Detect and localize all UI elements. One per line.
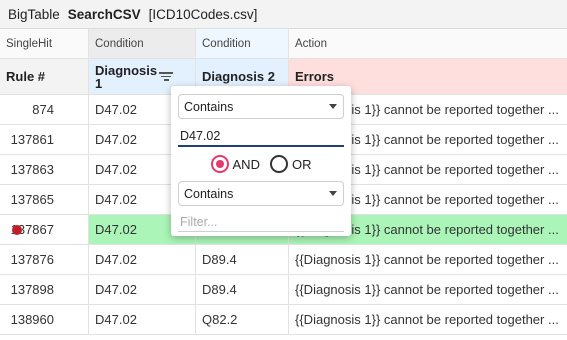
rule-column-header[interactable]: Rule # (0, 59, 89, 94)
filter-operator-select-1[interactable]: Contains (178, 94, 344, 119)
rule-cell[interactable]: 874 (0, 95, 89, 124)
column-filter-popup: Contains D47.02 AND OR Contains Filter..… (171, 86, 351, 236)
and-radio[interactable]: AND (210, 155, 260, 173)
diagnosis-1-cell[interactable]: D47.02 (89, 305, 196, 334)
rule-cell[interactable]: 137863 (0, 155, 89, 184)
breakpoint-icon[interactable] (12, 225, 22, 235)
rule-cell[interactable]: 137865 (0, 185, 89, 214)
or-radio[interactable]: OR (269, 155, 312, 173)
chevron-down-icon (329, 191, 337, 196)
rule-cell[interactable]: 137867 (0, 215, 89, 244)
condition-type-header: Condition (89, 29, 196, 58)
filter-join-group: AND OR (178, 150, 344, 178)
filter-operator-select-2[interactable]: Contains (178, 181, 344, 206)
diagnosis-1-number: 1 (95, 75, 103, 91)
column-type-row: SingleHit Condition Condition Action (0, 29, 567, 59)
chevron-down-icon (329, 104, 337, 109)
hit-policy-header[interactable]: SingleHit (0, 29, 89, 58)
app-name: BigTable (8, 6, 60, 22)
diagnosis-1-cell[interactable]: D47.02 (89, 245, 196, 274)
file-name: [ICD10Codes.csv] (148, 6, 258, 22)
and-label: AND (232, 156, 260, 172)
table-row[interactable]: 137898 D47.02 D89.4 {{Diagnosis 1}} cann… (0, 275, 567, 305)
action-type-header: Action (295, 37, 327, 50)
diagnosis-1-cell[interactable]: D47.02 (89, 275, 196, 304)
rule-cell[interactable]: 137876 (0, 245, 89, 274)
diagnosis-2-cell[interactable]: D89.4 (196, 245, 289, 274)
diagnosis-1-label: Diagnosis (95, 62, 158, 78)
filter-value-input-2[interactable]: Filter... (178, 210, 344, 232)
rule-cell[interactable]: 138960 (0, 305, 89, 334)
table-row[interactable]: 137876 D47.02 D89.4 {{Diagnosis 1}} cann… (0, 245, 567, 275)
or-label: OR (291, 156, 312, 172)
diagnosis-2-cell[interactable]: Q82.2 (196, 305, 289, 334)
condition-type-header: Condition (196, 29, 289, 58)
rule-cell[interactable]: 137898 (0, 275, 89, 304)
filter-operator-1-value: Contains (184, 99, 234, 114)
search-csv-button[interactable]: SearchCSV (68, 7, 141, 22)
filter-icon[interactable] (159, 70, 173, 83)
table-row[interactable]: 138960 D47.02 Q82.2 {{Diagnosis 1}} cann… (0, 305, 567, 335)
errors-cell[interactable]: {{Diagnosis 1}} cannot be reported toget… (289, 245, 567, 274)
errors-cell[interactable]: {{Diagnosis 1}} cannot be reported toget… (289, 275, 567, 304)
filter-value-input-1[interactable]: D47.02 (178, 123, 344, 147)
errors-cell[interactable]: {{Diagnosis 1}} cannot be reported toget… (289, 305, 567, 334)
radio-unchecked-icon (269, 155, 288, 173)
title-bar: BigTable SearchCSV [ICD10Codes.csv] (0, 0, 567, 29)
rule-cell[interactable]: 137861 (0, 125, 89, 154)
radio-checked-icon (210, 155, 229, 173)
diagnosis-2-cell[interactable]: D89.4 (196, 275, 289, 304)
filter-operator-2-value: Contains (184, 186, 234, 201)
